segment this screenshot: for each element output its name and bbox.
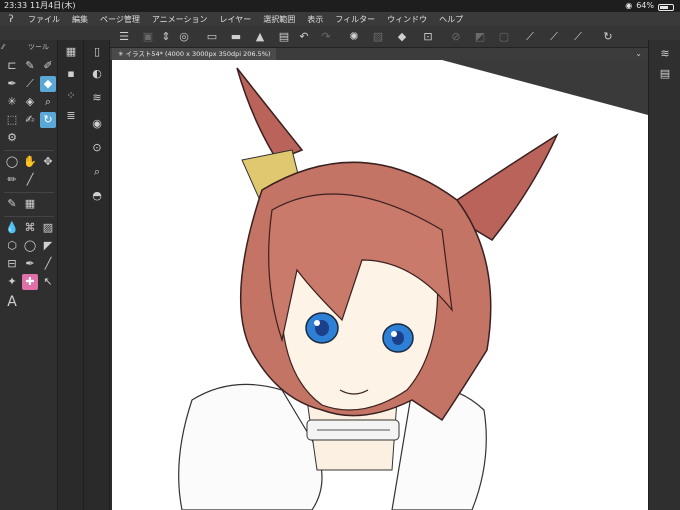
- ink-tool-icon[interactable]: 💧: [4, 220, 20, 236]
- sparkle-tool-icon[interactable]: ✦: [4, 274, 20, 290]
- menu-page[interactable]: ページ管理: [94, 14, 146, 25]
- panel-navigator-icon[interactable]: ⊙: [89, 140, 105, 156]
- panel-tool-icon[interactable]: ⊟: [4, 256, 20, 272]
- selection-pen-tool-icon[interactable]: ⬚: [4, 112, 20, 128]
- hand-tool-icon[interactable]: ✋: [22, 154, 38, 170]
- brush-tool-icon: ⁄⁄: [2, 43, 5, 51]
- save-icon[interactable]: ▲: [252, 29, 268, 45]
- chevron-down-icon[interactable]: ⌄: [635, 48, 642, 60]
- panel-eraser-icon[interactable]: ◐: [89, 66, 105, 82]
- new-layer-icon[interactable]: ▣: [140, 29, 156, 45]
- gradient-tool-icon[interactable]: ▦: [22, 196, 38, 212]
- brush2-tool-icon[interactable]: ✏: [4, 172, 20, 188]
- menu-icon[interactable]: ☰: [116, 29, 132, 45]
- layers-icon[interactable]: ≋: [657, 46, 673, 62]
- brush-size-icon[interactable]: ⟋: [546, 29, 562, 45]
- sub-tool-menu-icon[interactable]: ≣: [63, 108, 79, 124]
- redo-icon[interactable]: ↷: [318, 29, 334, 45]
- fill-tool-icon[interactable]: ◈: [22, 94, 38, 110]
- status-time: 23:33: [4, 1, 28, 10]
- eye-icon[interactable]: ◎: [176, 29, 192, 45]
- menu-bar: ʔ ファイル 編集 ページ管理 アニメーション レイヤー 選択範囲 表示 フィル…: [0, 12, 680, 26]
- clear-icon[interactable]: ▨: [370, 29, 386, 45]
- battery-percent: 64%: [636, 1, 654, 10]
- menu-edit[interactable]: 編集: [66, 14, 94, 25]
- tool-palette: ⁄⁄ ツール ⊏ ✎ ✐ ✒ ⟋ ◆ ✳ ◈ ⌕ ⬚ ✍ ↻ ⚙ ◯ ✋ ✥ ✏…: [0, 40, 58, 510]
- lasso-tool-icon[interactable]: ◯: [4, 154, 20, 170]
- lasso-pen-tool-icon[interactable]: ✒: [4, 76, 20, 92]
- settings-tool-icon[interactable]: ⚙: [4, 130, 20, 146]
- ruler-icon[interactable]: ⟋: [522, 29, 538, 45]
- object-tool-icon[interactable]: ↖: [40, 274, 56, 290]
- status-bar: 23:33 11月4日(木) ◉ 64%: [0, 0, 680, 12]
- spinner-icon[interactable]: ✺: [346, 29, 362, 45]
- panel-color-icon[interactable]: ◓: [89, 188, 105, 204]
- panel-search-icon[interactable]: ⌕: [89, 164, 105, 180]
- menu-window[interactable]: ウィンドウ: [381, 14, 433, 25]
- balloon-tool-icon[interactable]: ◯: [22, 238, 38, 254]
- sub-tool-grid-icon[interactable]: ▦: [63, 44, 79, 60]
- zoom-tool-icon[interactable]: ⌕: [40, 94, 56, 110]
- select-tool-icon[interactable]: ⊏: [4, 58, 20, 74]
- canvas-tab-title: イラスト54* (4000 x 3000px 350dpi 206.5%): [125, 50, 271, 58]
- panel-history-icon[interactable]: ◉: [89, 116, 105, 132]
- ruler-tool-icon[interactable]: ╱: [40, 256, 56, 272]
- wifi-icon: ◉: [625, 1, 633, 10]
- drawing-canvas[interactable]: [112, 60, 648, 510]
- sub-tool-list-icon[interactable]: ⁘: [63, 88, 79, 104]
- panel-file-icon[interactable]: ▯: [89, 44, 105, 60]
- select-icon[interactable]: ⊘: [448, 29, 464, 45]
- fill-icon[interactable]: ◆: [394, 29, 410, 45]
- up-down-icon[interactable]: ⇕: [158, 29, 174, 45]
- grid-icon[interactable]: ◩: [472, 29, 488, 45]
- transform-icon[interactable]: ⊡: [420, 29, 436, 45]
- panel-column: ▯ ◐ ≋ ◉ ⊙ ⌕ ◓: [84, 40, 110, 510]
- stroke-icon[interactable]: ⟋: [570, 29, 586, 45]
- print-icon[interactable]: ▤: [276, 29, 292, 45]
- menu-help[interactable]: ヘルプ: [433, 14, 469, 25]
- menu-filter[interactable]: フィルター: [329, 14, 381, 25]
- fill-ref-tool-icon[interactable]: ⌘: [22, 220, 38, 236]
- hexagon-tool-icon[interactable]: ⬡: [4, 238, 20, 254]
- rotate-tool-icon[interactable]: ↻: [40, 112, 56, 128]
- battery-icon: [658, 3, 674, 11]
- eyedropper-tool-icon[interactable]: ⟋: [22, 76, 38, 92]
- help-icon[interactable]: ↻: [600, 29, 616, 45]
- blend-tool-icon[interactable]: ✍: [22, 112, 38, 128]
- canvas-tab[interactable]: ✳ イラスト54* (4000 x 3000px 350dpi 206.5%): [112, 48, 277, 60]
- menu-layer[interactable]: レイヤー: [214, 14, 258, 25]
- select-all-icon[interactable]: ▢: [496, 29, 512, 45]
- canvas-tab-bar: ✳ イラスト54* (4000 x 3000px 350dpi 206.5%) …: [110, 48, 648, 60]
- shape-tool-icon[interactable]: ▨: [40, 220, 56, 236]
- tool-palette-label: ツール: [28, 43, 49, 51]
- open-folder-icon[interactable]: ▬: [228, 29, 244, 45]
- line-tool-icon[interactable]: ╱: [22, 172, 38, 188]
- text-tool-icon[interactable]: A: [4, 294, 20, 310]
- menu-view[interactable]: 表示: [301, 14, 329, 25]
- magic-wand-tool-icon[interactable]: ✳: [4, 94, 20, 110]
- status-right: ◉ 64%: [625, 0, 674, 12]
- tool-palette-header: ⁄⁄ ツール: [2, 42, 56, 52]
- pen-tool-icon[interactable]: ✎: [22, 58, 38, 74]
- right-panel: ≋ ▤: [648, 40, 680, 510]
- move-tool-icon[interactable]: ✥: [40, 154, 56, 170]
- layer-properties-icon[interactable]: ▤: [657, 66, 673, 82]
- app-logo-icon[interactable]: ʔ: [0, 14, 22, 25]
- airbrush-tool-icon[interactable]: ✎: [4, 196, 20, 212]
- figure-tool-icon[interactable]: ✒: [22, 256, 38, 272]
- pencil-tool-icon[interactable]: ✐: [40, 58, 56, 74]
- menu-selection[interactable]: 選択範囲: [257, 14, 301, 25]
- menu-animation[interactable]: アニメーション: [146, 14, 214, 25]
- frame-tool-icon[interactable]: ◤: [40, 238, 56, 254]
- sub-tool-palette: ▦ ▪ ⁘ ≣: [58, 40, 84, 510]
- illustration: [178, 60, 648, 510]
- panel-layers-icon[interactable]: ≋: [89, 90, 105, 106]
- new-file-icon[interactable]: ▭: [204, 29, 220, 45]
- menu-file[interactable]: ファイル: [22, 14, 66, 25]
- color-tool-icon[interactable]: ✚: [22, 274, 38, 290]
- undo-icon[interactable]: ↶: [296, 29, 312, 45]
- eraser-tool-icon[interactable]: ◆: [40, 76, 56, 92]
- sub-tool-square-icon[interactable]: ▪: [63, 66, 79, 82]
- status-date: 11月4日(木): [30, 1, 76, 10]
